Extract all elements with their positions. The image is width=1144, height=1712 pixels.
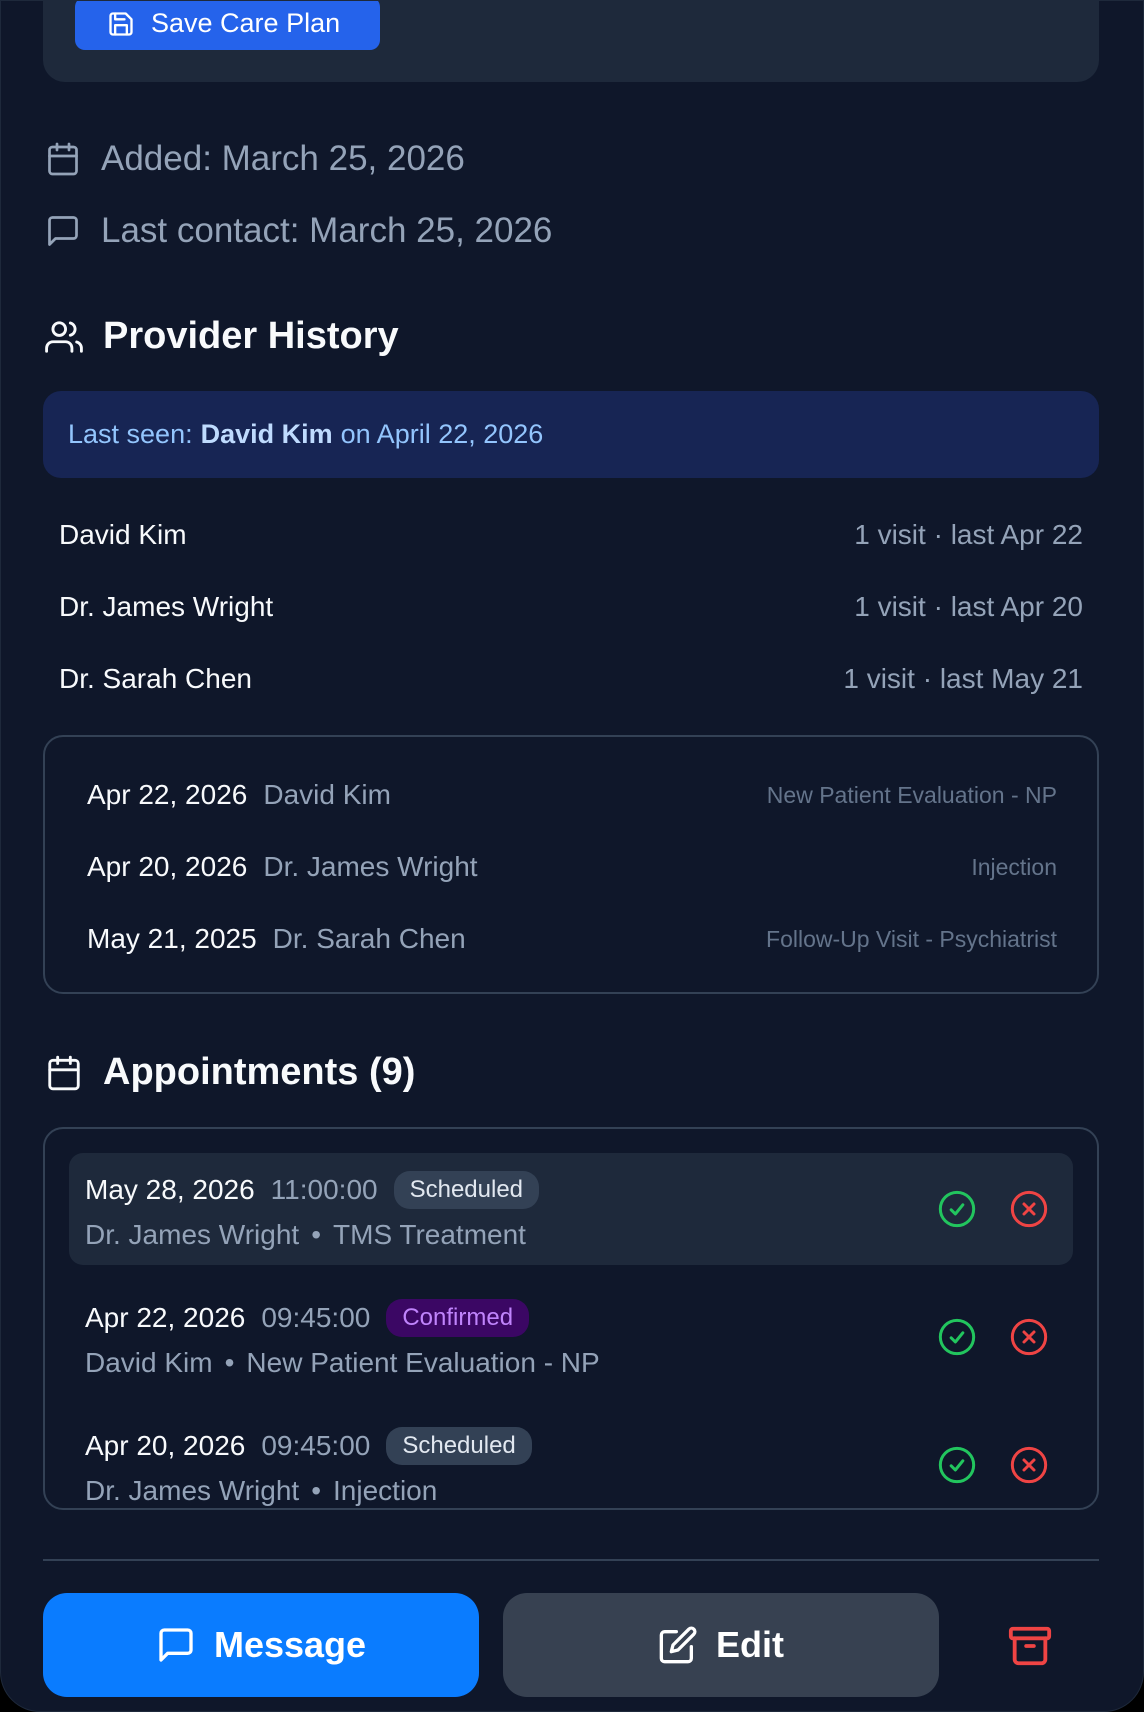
appointment-type: Injection	[333, 1475, 438, 1506]
provider-name: Dr. James Wright	[59, 591, 274, 622]
last-seen-date: on April 22, 2026	[340, 419, 544, 449]
added-date: Added: March 25, 2026	[45, 139, 465, 179]
visit-type: Follow-Up Visit - Psychiatrist	[766, 925, 1057, 952]
visit-provider: Dr. James Wright	[263, 851, 478, 882]
added-date-text: Added: March 25, 2026	[101, 139, 465, 178]
visit-date: May 21, 2025	[87, 923, 257, 954]
edit-button-label: Edit	[716, 1624, 784, 1665]
last-seen-banner: Last seen: David Kim on April 22, 2026	[43, 391, 1099, 478]
visit-row: Apr 22, 2026 David Kim New Patient Evalu…	[87, 779, 1057, 811]
provider-row[interactable]: Dr. James Wright 1 visit · last Apr 20	[59, 591, 1083, 623]
provider-visit-info: 1 visit · last Apr 20	[854, 591, 1083, 622]
visit-provider: David Kim	[263, 779, 391, 810]
message-square-icon	[159, 1628, 193, 1662]
save-care-plan-label: Save Care Plan	[151, 8, 341, 38]
visit-date: Apr 22, 2026	[87, 779, 248, 810]
provider-history-title: Provider History	[103, 315, 399, 357]
status-badge: Scheduled	[386, 1427, 532, 1465]
visit-row: May 21, 2025 Dr. Sarah Chen Follow-Up Vi…	[87, 923, 1057, 955]
separator-dot: •	[311, 1475, 322, 1506]
last-seen-prefix: Last seen:	[68, 419, 193, 449]
x-circle-icon[interactable]	[1009, 1317, 1049, 1357]
separator-dot: •	[224, 1347, 235, 1378]
appointment-date: Apr 22, 2026	[85, 1302, 246, 1333]
appointment-time: 09:45:00	[261, 1430, 371, 1461]
appointment-type: New Patient Evaluation - NP	[246, 1347, 600, 1378]
check-circle-icon[interactable]	[937, 1317, 977, 1357]
message-square-icon	[48, 216, 78, 246]
appointment-date: Apr 20, 2026	[85, 1430, 246, 1461]
appointment-date: May 28, 2026	[85, 1174, 255, 1205]
appointment-provider: Dr. James Wright	[85, 1475, 300, 1506]
provider-row[interactable]: Dr. Sarah Chen 1 visit · last May 21	[59, 663, 1083, 695]
appointment-time: 09:45:00	[261, 1302, 371, 1333]
visit-provider: Dr. Sarah Chen	[272, 923, 466, 954]
last-contact-text: Last contact: March 25, 2026	[101, 211, 553, 250]
appointment-item[interactable]: May 28, 2026 11:00:00 Scheduled Dr. Jame…	[69, 1153, 1073, 1265]
visit-row: Apr 20, 2026 Dr. James Wright Injection	[87, 851, 1057, 883]
message-button-label: Message	[213, 1624, 367, 1665]
check-circle-icon[interactable]	[937, 1445, 977, 1485]
message-button[interactable]: Message	[43, 1593, 479, 1697]
separator-dot: •	[311, 1219, 322, 1250]
appointment-provider: David Kim	[85, 1347, 213, 1378]
last-seen-provider: David Kim	[200, 419, 333, 449]
provider-visit-info: 1 visit · last Apr 22	[854, 519, 1083, 550]
visit-type: Injection	[971, 853, 1057, 880]
users-icon	[45, 320, 83, 353]
appointment-type: TMS Treatment	[333, 1219, 526, 1250]
provider-name: David Kim	[59, 519, 187, 550]
appointment-item[interactable]: Apr 20, 2026 09:45:00 Scheduled Dr. Jame…	[69, 1409, 1073, 1508]
provider-history-heading: Provider History	[45, 315, 399, 358]
calendar-icon	[48, 142, 78, 176]
visit-history-list: Apr 22, 2026 David Kim New Patient Evalu…	[43, 735, 1099, 994]
last-contact: Last contact: March 25, 2026	[45, 211, 552, 251]
visit-type: New Patient Evaluation - NP	[766, 781, 1057, 808]
x-circle-icon[interactable]	[1009, 1189, 1049, 1229]
check-circle-icon[interactable]	[937, 1189, 977, 1229]
provider-row[interactable]: David Kim 1 visit · last Apr 22	[59, 519, 1083, 551]
footer-divider	[43, 1559, 1099, 1561]
appointment-time: 11:00:00	[270, 1174, 378, 1205]
archive-icon[interactable]	[1007, 1623, 1053, 1669]
save-care-plan-button[interactable]: Save Care Plan	[75, 1, 380, 50]
provider-visit-info: 1 visit · last May 21	[843, 663, 1083, 694]
provider-name: Dr. Sarah Chen	[59, 663, 252, 694]
appointments-title: Appointments (9)	[103, 1051, 416, 1093]
appointment-provider: Dr. James Wright	[85, 1219, 300, 1250]
visit-date: Apr 20, 2026	[87, 851, 248, 882]
status-badge: Scheduled	[393, 1171, 540, 1209]
x-circle-icon[interactable]	[1009, 1445, 1049, 1485]
appointments-list: May 28, 2026 11:00:00 Scheduled Dr. Jame…	[43, 1127, 1099, 1510]
save-icon	[109, 11, 133, 36]
patient-detail-panel: Save Care Plan Added: March 25, 2026 Las…	[0, 0, 1144, 1712]
status-badge: Confirmed	[386, 1299, 530, 1337]
calendar-icon	[48, 1055, 80, 1090]
edit-button[interactable]: Edit	[503, 1593, 939, 1697]
edit-icon	[659, 1626, 697, 1664]
appointments-heading: Appointments (9)	[45, 1051, 415, 1094]
appointment-item[interactable]: Apr 22, 2026 09:45:00 Confirmed David Ki…	[69, 1281, 1073, 1393]
